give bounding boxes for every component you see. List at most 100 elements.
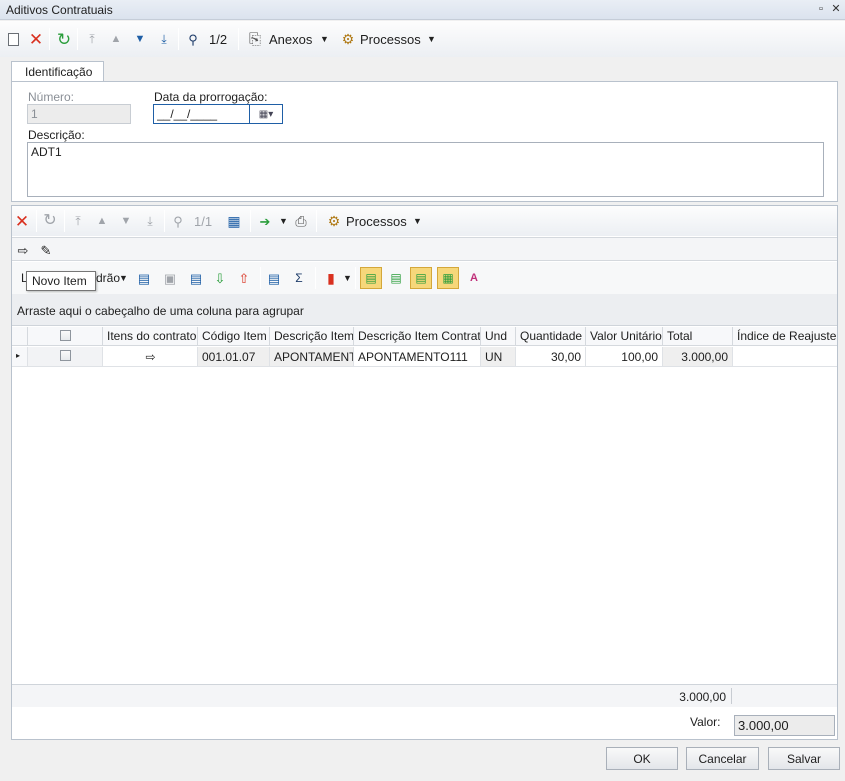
export-up-icon[interactable]: ⇧ — [234, 268, 254, 288]
table-icon[interactable]: ▤ — [186, 268, 206, 288]
group-by-area[interactable]: Arraste aqui o cabeçalho de uma coluna p… — [12, 294, 837, 326]
columns-icon[interactable]: ▤ — [134, 268, 154, 288]
next-record-icon[interactable]: ▼ — [130, 29, 150, 49]
filter-icon[interactable]: ▤ — [264, 268, 284, 288]
processos-button[interactable]: Processos — [360, 32, 421, 47]
cancel-button[interactable]: Cancelar — [686, 747, 759, 770]
table-cell[interactable]: 100,00 — [586, 347, 663, 367]
binoculars-icon[interactable]: ⚲ — [183, 29, 203, 49]
item-actions-bar: ⇨ ✎ — [12, 237, 837, 261]
chevron-down-icon[interactable]: ▼ — [413, 216, 422, 226]
grid-record-position: 1/1 — [194, 214, 213, 229]
chevron-down-icon[interactable]: ▼ — [279, 216, 288, 226]
next-record-icon[interactable]: ▼ — [116, 211, 136, 231]
close-icon[interactable]: ✕ — [830, 3, 842, 15]
new-item-icon[interactable]: ⇨ — [13, 240, 33, 260]
separator — [316, 210, 317, 232]
font-icon[interactable]: A — [464, 268, 484, 288]
table-cell: APONTAMENTO — [270, 347, 354, 367]
delete-icon[interactable]: ✕ — [26, 29, 46, 49]
chevron-down-icon[interactable]: ▼ — [320, 34, 329, 44]
separator — [238, 28, 239, 50]
valor-field — [734, 715, 835, 736]
separator — [77, 28, 78, 50]
descricao-field[interactable]: ADT1 — [27, 142, 824, 197]
column-header[interactable]: Descrição Item — [270, 327, 354, 346]
import-icon[interactable]: ⇩ — [210, 268, 230, 288]
row-checkbox[interactable] — [60, 350, 71, 361]
column-header[interactable]: Índice de Reajuste — [733, 327, 837, 346]
window-title-bar: Aditivos Contratuais ▫ ✕ — [0, 0, 845, 20]
auto-filter-icon[interactable]: ▤ — [410, 267, 432, 289]
numero-label: Número: — [28, 90, 75, 104]
refresh-icon[interactable]: ↻ — [40, 211, 60, 231]
data-prorrogacao-label: Data da prorrogação: — [154, 90, 268, 104]
grid-toolbar: ✕ ↻ ⤒ ▲ ▼ ⤓ ⚲ 1/1 ▦ ➔ ▼ ⎙ ⚙ Processos ▼ — [12, 206, 837, 236]
column-header[interactable]: Und — [481, 327, 516, 346]
edit-item-icon[interactable]: ✎ — [36, 240, 56, 260]
sum-icon[interactable]: Σ — [289, 268, 309, 288]
show-footer-icon[interactable]: ▤ — [386, 268, 406, 288]
column-header[interactable]: Descrição Item Contrato — [354, 327, 481, 346]
footer-total: 3.000,00 — [679, 690, 726, 704]
table-row-select[interactable] — [28, 347, 103, 367]
tab-identificacao[interactable]: Identificação — [11, 61, 104, 82]
grid-processos-button[interactable]: Processos — [346, 214, 407, 229]
column-header[interactable]: Código Item — [198, 327, 270, 346]
calendar-dropdown-icon[interactable]: ▦▾ — [249, 104, 283, 124]
chevron-down-icon[interactable]: ▼ — [427, 34, 436, 44]
first-record-icon[interactable]: ⤒ — [68, 211, 88, 231]
restore-icon[interactable]: ▫ — [815, 3, 827, 15]
column-header[interactable]: Total — [663, 327, 733, 346]
separator — [36, 210, 37, 232]
main-toolbar: ✕ ↻ ⤒ ▲ ▼ ⤓ ⚲ 1/2 ⎘ Anexos ▼ ⚙ Processos… — [0, 21, 845, 57]
window-title: Aditivos Contratuais — [6, 3, 113, 17]
separator — [315, 267, 316, 289]
show-group-panel-icon[interactable]: ▤ — [360, 267, 382, 289]
open-item-icon[interactable]: ⇨ — [103, 347, 198, 367]
save-layout-icon[interactable]: ▣ — [160, 268, 180, 288]
separator — [731, 688, 732, 704]
first-record-icon[interactable]: ⤒ — [82, 29, 102, 49]
chevron-down-icon[interactable]: ▼ — [119, 273, 128, 283]
row-indicator-icon: ▸ — [12, 347, 28, 367]
gears-icon[interactable]: ⚙ — [324, 211, 344, 231]
new-record-icon[interactable] — [3, 29, 23, 49]
select-all-checkbox[interactable] — [60, 330, 71, 341]
layout-label-end[interactable]: drão — [96, 271, 120, 285]
chevron-down-icon[interactable]: ▼ — [343, 273, 352, 283]
row-indicator-header — [12, 327, 28, 346]
data-prorrogacao-field[interactable] — [153, 104, 250, 124]
last-record-icon[interactable]: ⤓ — [154, 29, 174, 49]
grid-view-icon[interactable]: ▦ — [224, 211, 244, 231]
previous-record-icon[interactable]: ▲ — [106, 29, 126, 49]
previous-record-icon[interactable]: ▲ — [92, 211, 112, 231]
gears-icon[interactable]: ⚙ — [338, 29, 358, 49]
delete-icon[interactable]: ✕ — [12, 211, 32, 231]
column-header[interactable]: Valor Unitário — [586, 327, 663, 346]
descricao-label: Descrição: — [28, 128, 85, 142]
table-cell: UN — [481, 347, 516, 367]
table-cell[interactable]: APONTAMENTO111 — [354, 347, 481, 367]
paperclip-icon[interactable]: ⎘ — [245, 29, 265, 49]
save-button[interactable]: Salvar — [768, 747, 840, 770]
table-cell[interactable]: 30,00 — [516, 347, 586, 367]
select-all-header — [28, 327, 103, 346]
chart-icon[interactable]: ▮ — [321, 268, 341, 288]
print-icon[interactable]: ⎙ — [291, 211, 311, 231]
table-cell: 3.000,00 — [663, 347, 733, 367]
separator — [164, 210, 165, 232]
column-header[interactable]: Itens do contrato — [103, 327, 198, 346]
last-record-icon[interactable]: ⤓ — [140, 211, 160, 231]
ok-button[interactable]: OK — [606, 747, 678, 770]
table-cell[interactable] — [733, 347, 837, 367]
show-indicator-icon[interactable]: ▦ — [437, 267, 459, 289]
grid-footer: 3.000,00 — [12, 684, 837, 707]
export-icon[interactable]: ➔ — [255, 211, 275, 231]
table-cell: 001.01.07 — [198, 347, 270, 367]
column-header[interactable]: Quantidade — [516, 327, 586, 346]
anexos-button[interactable]: Anexos — [269, 32, 312, 47]
numero-field — [27, 104, 131, 124]
binoculars-icon[interactable]: ⚲ — [168, 211, 188, 231]
refresh-icon[interactable]: ↻ — [54, 29, 74, 49]
